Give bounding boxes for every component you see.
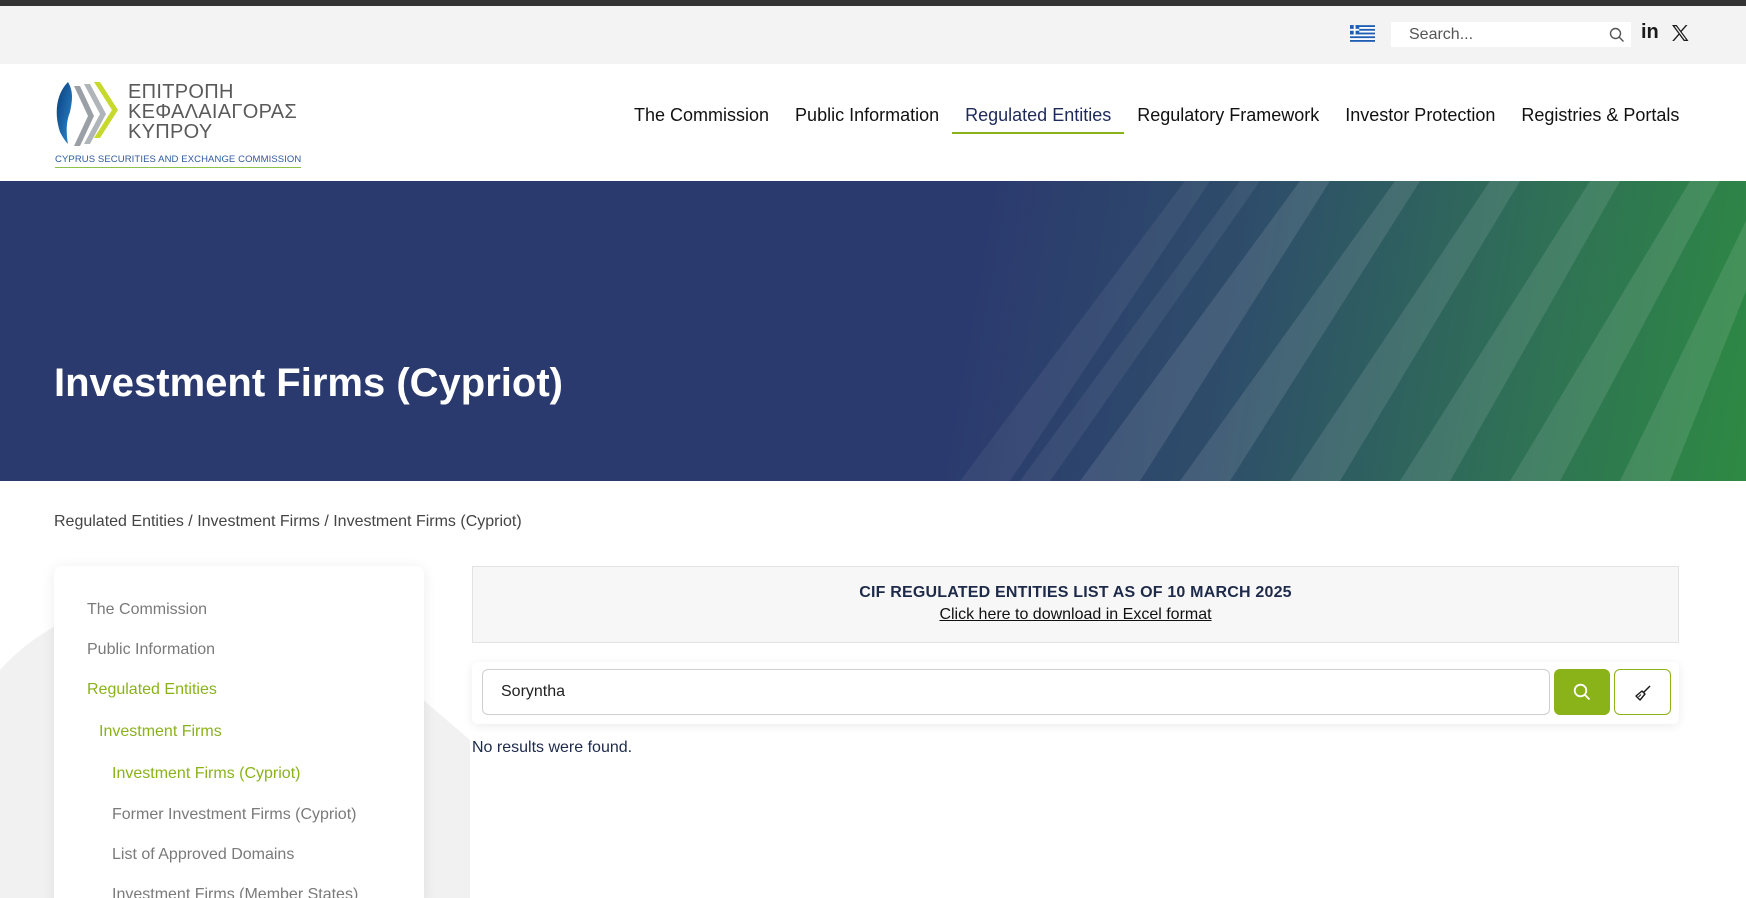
greece-flag-icon[interactable] bbox=[1350, 25, 1375, 42]
logo-chevrons-icon bbox=[56, 82, 118, 146]
breadcrumb-separator: / bbox=[319, 513, 334, 530]
main-nav: The Commission Public Information Regula… bbox=[634, 104, 1692, 134]
nav-the-commission[interactable]: The Commission bbox=[634, 104, 782, 134]
search-button[interactable] bbox=[1554, 669, 1610, 715]
sidebar-item-investment-firms-member-states[interactable]: Investment Firms (Member States) bbox=[112, 886, 358, 898]
logo-line-1: ΕΠΙΤΡΟΠΗ bbox=[128, 81, 234, 103]
site-search-input[interactable] bbox=[1391, 22, 1601, 47]
sidebar-item-investment-firms[interactable]: Investment Firms bbox=[99, 723, 222, 741]
sidebar-item-approved-domains[interactable]: List of Approved Domains bbox=[112, 846, 294, 864]
site-header: ΕΠΙΤΡΟΠΗ ΚΕΦΑΛΑΙΑΓΟΡΑΣ ΚΥΠΡΟΥ CYPRUS SEC… bbox=[0, 64, 1746, 181]
sidebar-item-former-investment-firms[interactable]: Former Investment Firms (Cypriot) bbox=[112, 806, 356, 824]
logo-wordmark: ΕΠΙΤΡΟΠΗ ΚΕΦΑΛΑΙΑΓΟΡΑΣ ΚΥΠΡΟΥ bbox=[128, 82, 297, 142]
logo[interactable]: ΕΠΙΤΡΟΠΗ ΚΕΦΑΛΑΙΑΓΟΡΑΣ ΚΥΠΡΟΥ CYPRUS SEC… bbox=[54, 80, 302, 170]
sidebar: The Commission Public Information Regula… bbox=[54, 566, 424, 898]
breadcrumb: Regulated Entities / Investment Firms / … bbox=[54, 513, 522, 531]
sidebar-item-investment-firms-cypriot[interactable]: Investment Firms (Cypriot) bbox=[112, 765, 300, 783]
clear-button[interactable] bbox=[1614, 669, 1671, 715]
broom-icon bbox=[1635, 685, 1651, 701]
page-title: Investment Firms (Cypriot) bbox=[54, 361, 563, 405]
hero-stripes-decoration bbox=[960, 181, 1746, 481]
entity-search-input[interactable] bbox=[482, 669, 1550, 715]
notice-title: CIF REGULATED ENTITIES LIST AS OF 10 MAR… bbox=[859, 584, 1292, 601]
nav-regulated-entities[interactable]: Regulated Entities bbox=[952, 104, 1125, 134]
nav-registries-portals[interactable]: Registries & Portals bbox=[1508, 104, 1692, 134]
download-excel-link[interactable]: Click here to download in Excel format bbox=[939, 606, 1211, 624]
sidebar-item-the-commission[interactable]: The Commission bbox=[87, 601, 207, 619]
breadcrumb-current: Investment Firms (Cypriot) bbox=[333, 513, 522, 530]
nav-public-information[interactable]: Public Information bbox=[782, 104, 952, 134]
logo-subtitle: CYPRUS SECURITIES AND EXCHANGE COMMISSIO… bbox=[55, 154, 302, 168]
hero-banner: Investment Firms (Cypriot) bbox=[0, 181, 1746, 481]
breadcrumb-investment-firms[interactable]: Investment Firms bbox=[197, 513, 320, 530]
search-icon bbox=[1573, 683, 1591, 701]
search-icon[interactable] bbox=[1609, 27, 1625, 43]
sidebar-item-regulated-entities[interactable]: Regulated Entities bbox=[87, 681, 217, 699]
no-results-message: No results were found. bbox=[472, 739, 633, 756]
x-twitter-icon[interactable] bbox=[1670, 23, 1690, 43]
breadcrumb-regulated-entities[interactable]: Regulated Entities bbox=[54, 513, 184, 530]
site-search bbox=[1391, 22, 1631, 47]
entity-search-bar bbox=[472, 662, 1679, 724]
sidebar-item-public-information[interactable]: Public Information bbox=[87, 641, 215, 659]
logo-line-2: ΚΕΦΑΛΑΙΑΓΟΡΑΣ bbox=[128, 101, 298, 123]
nav-regulatory-framework[interactable]: Regulatory Framework bbox=[1124, 104, 1332, 134]
linkedin-icon[interactable]: in bbox=[1641, 22, 1661, 42]
logo-line-3: ΚΥΠΡΟΥ bbox=[128, 121, 213, 143]
breadcrumb-separator: / bbox=[183, 513, 198, 530]
nav-investor-protection[interactable]: Investor Protection bbox=[1332, 104, 1508, 134]
notice-box: CIF REGULATED ENTITIES LIST AS OF 10 MAR… bbox=[472, 566, 1679, 643]
